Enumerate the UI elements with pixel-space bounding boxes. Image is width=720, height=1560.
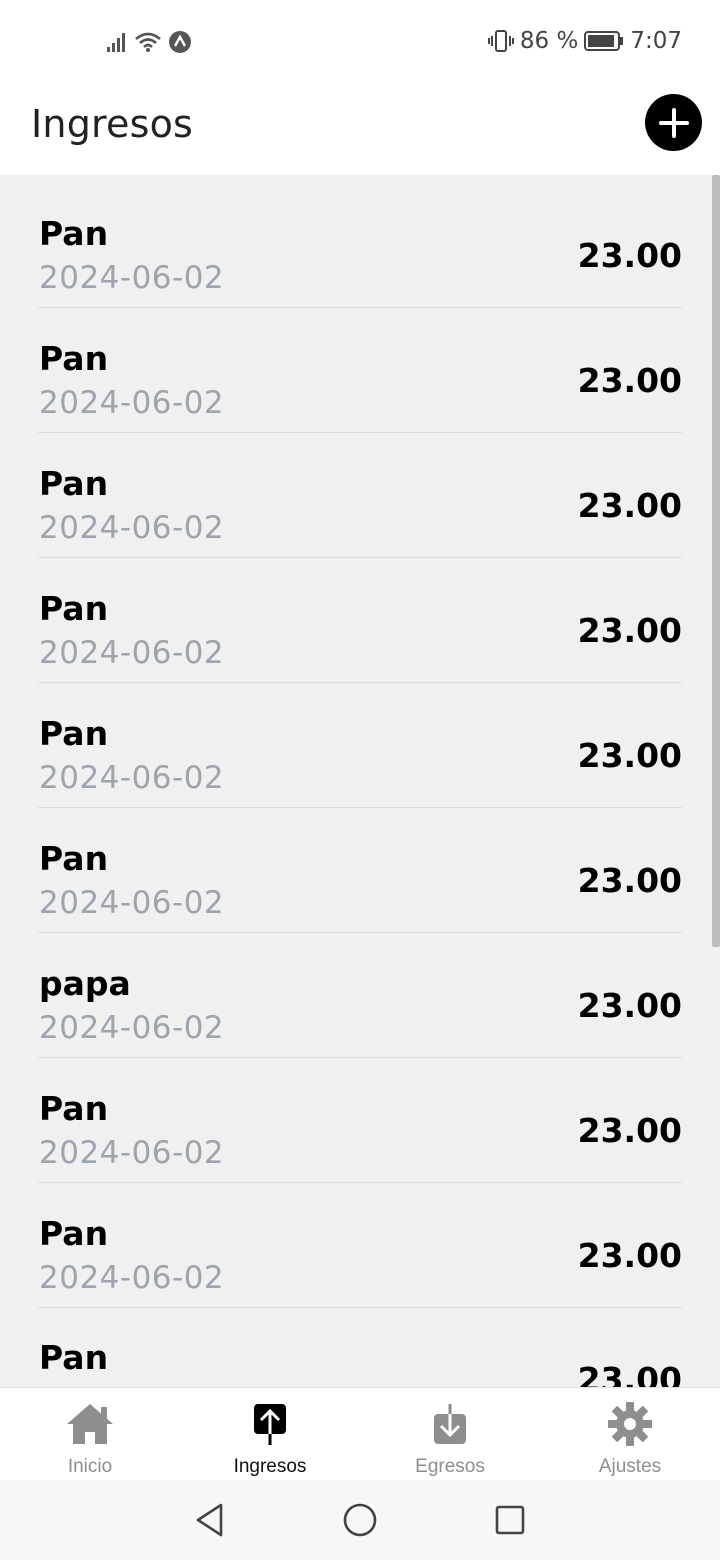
- item-name: Pan: [39, 1338, 109, 1377]
- recents-icon[interactable]: [490, 1500, 530, 1540]
- item-name: Pan: [39, 464, 109, 503]
- status-left: [106, 28, 192, 56]
- tab-label: Ajustes: [598, 1456, 662, 1477]
- list-item[interactable]: Pan 2024-06-02 23.00: [38, 1059, 682, 1183]
- signal-icon: [107, 33, 125, 52]
- status-bar: 86 % 7:07: [0, 0, 720, 84]
- item-date: 2024-06-02: [39, 510, 225, 546]
- item-date: 2024-06-02: [39, 1010, 225, 1046]
- tab-label: Ingresos: [233, 1456, 307, 1477]
- system-nav-bar: [0, 1480, 720, 1560]
- item-amount: 23.00: [577, 861, 682, 900]
- item-amount: 23.00: [577, 361, 682, 400]
- divider: [38, 807, 682, 808]
- list-item[interactable]: Pan 2024-06-02 23.00: [38, 1184, 682, 1308]
- gear-icon: [605, 1400, 655, 1448]
- income-list[interactable]: Pan 2024-06-02 23.00 Pan 2024-06-02 23.0…: [0, 175, 720, 1387]
- list-item[interactable]: Pan 2024-06-02 23.00: [38, 809, 682, 933]
- list-item[interactable]: papa 2024-06-02 23.00: [38, 934, 682, 1058]
- item-amount: 23.00: [577, 486, 682, 525]
- list-item[interactable]: Pan 2024-06-02 23.00: [38, 559, 682, 683]
- item-name: papa: [39, 964, 131, 1003]
- divider: [38, 432, 682, 433]
- item-amount: 23.00: [577, 736, 682, 775]
- divider: [38, 932, 682, 933]
- item-name: Pan: [39, 339, 109, 378]
- home-icon: [65, 1400, 115, 1448]
- divider: [38, 557, 682, 558]
- list-item[interactable]: Pan 2024-06-02 23.00: [38, 1308, 682, 1387]
- item-date: 2024-06-02: [39, 1260, 225, 1296]
- item-name: Pan: [39, 1214, 109, 1253]
- tab-ajustes[interactable]: Ajustes: [540, 1388, 720, 1481]
- tab-label: Egresos: [415, 1456, 485, 1477]
- item-date: 2024-06-02: [39, 635, 225, 671]
- list-item[interactable]: Pan 2024-06-02 23.00: [38, 684, 682, 808]
- bottom-tab-bar: Inicio Ingresos Egresos Ajustes: [0, 1387, 720, 1481]
- tab-egresos[interactable]: Egresos: [360, 1388, 540, 1481]
- download-icon: [425, 1400, 475, 1448]
- item-name: Pan: [39, 1089, 109, 1128]
- page-title: Ingresos: [31, 102, 194, 146]
- vibrate-icon: [487, 30, 514, 52]
- wifi-icon: [135, 32, 161, 52]
- item-amount: 23.00: [577, 1236, 682, 1275]
- battery-icon: [584, 31, 624, 51]
- item-date: 2024-06-02: [39, 260, 225, 296]
- item-date: 2024-06-02: [39, 385, 225, 421]
- add-button[interactable]: [645, 94, 702, 151]
- scrollbar[interactable]: [712, 175, 720, 947]
- list-item[interactable]: Pan 2024-06-02 23.00: [38, 309, 682, 433]
- list-item[interactable]: Pan 2024-06-02 23.00: [38, 434, 682, 558]
- item-amount: 23.00: [577, 986, 682, 1025]
- divider: [38, 682, 682, 683]
- divider: [38, 1182, 682, 1183]
- item-name: Pan: [39, 839, 109, 878]
- item-name: Pan: [39, 589, 109, 628]
- upload-icon: [245, 1400, 295, 1448]
- divider: [38, 1057, 682, 1058]
- item-amount: 23.00: [577, 236, 682, 275]
- list-item[interactable]: Pan 2024-06-02 23.00: [38, 184, 682, 308]
- back-icon[interactable]: [190, 1500, 230, 1540]
- item-date: 2024-06-02: [39, 760, 225, 796]
- tab-label: Inicio: [67, 1456, 113, 1477]
- item-date: 2024-06-02: [39, 885, 225, 921]
- app-notification-icon: [169, 31, 191, 53]
- tab-ingresos[interactable]: Ingresos: [180, 1388, 360, 1481]
- item-amount: 23.00: [577, 1111, 682, 1150]
- divider: [38, 307, 682, 308]
- item-amount: 23.00: [577, 611, 682, 650]
- plus-icon: [658, 107, 689, 138]
- app-header: Ingresos: [0, 84, 720, 175]
- clock: 7:07: [630, 28, 682, 54]
- tab-inicio[interactable]: Inicio: [0, 1388, 180, 1481]
- battery-percent: 86 %: [519, 28, 579, 54]
- item-name: Pan: [39, 714, 109, 753]
- status-right: 86 % 7:07: [487, 26, 682, 56]
- item-date: 2024-06-02: [39, 1135, 225, 1171]
- home-circle-icon[interactable]: [340, 1500, 380, 1540]
- item-amount: 23.00: [577, 1360, 682, 1387]
- item-name: Pan: [39, 214, 109, 253]
